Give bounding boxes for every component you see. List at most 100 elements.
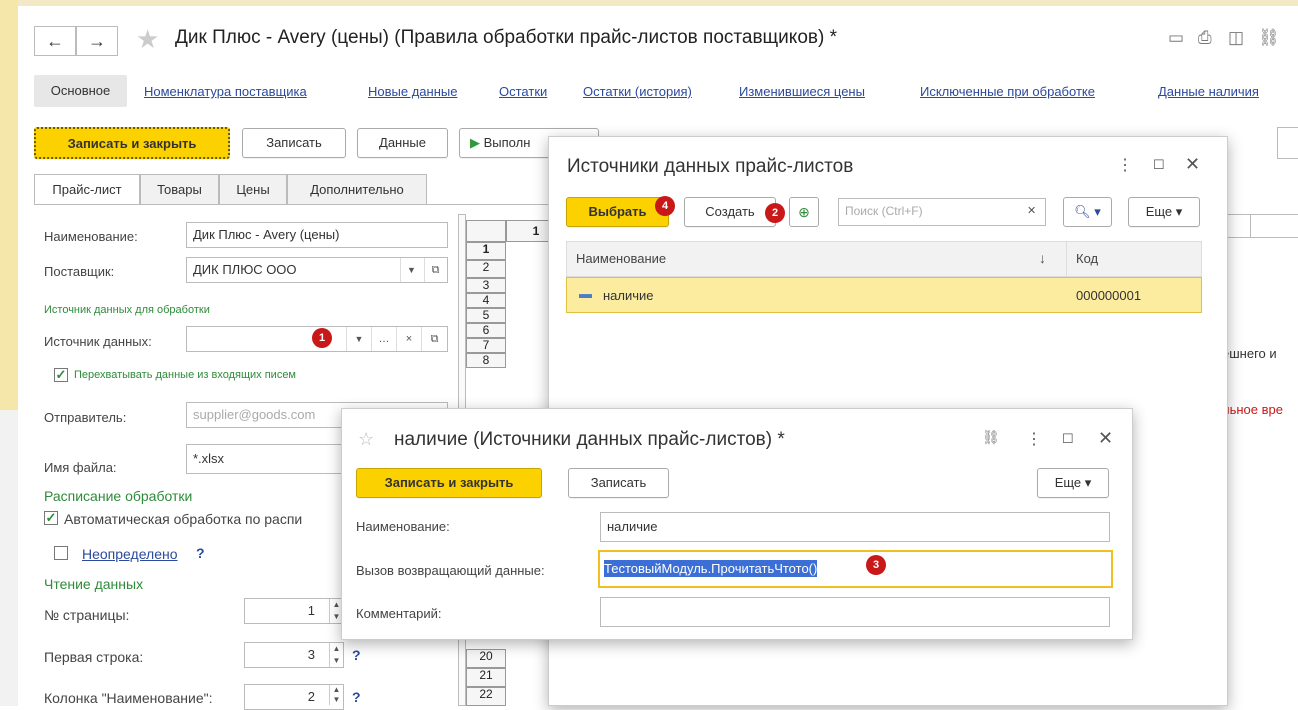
item-dialog: ☆ наличие (Источники данных прайс-листов… — [341, 408, 1133, 640]
first-row-help-icon[interactable]: ? — [352, 647, 361, 663]
supplier-value: ДИК ПЛЮС ООО — [193, 262, 297, 277]
item-name-field[interactable]: наличие — [600, 512, 1110, 542]
sources-maximize-icon[interactable]: ☐ — [1153, 157, 1165, 173]
right-button-peek[interactable] — [1277, 127, 1298, 159]
nav-supplier-nomenclature[interactable]: Номенклатура поставщика — [144, 84, 307, 99]
grid-row-number: 1 — [466, 242, 506, 260]
step-badge-1: 1 — [312, 328, 332, 348]
grid-row-headers-bottom: 20 21 22 — [466, 649, 506, 706]
create-button[interactable]: Создать — [684, 197, 776, 227]
item-call-field[interactable]: ТестовыйМодуль.ПрочитатьЧтото() — [598, 550, 1113, 588]
forward-button[interactable]: → — [76, 26, 118, 56]
nav-excluded[interactable]: Исключенные при обработке — [920, 84, 1095, 99]
tabs-divider — [34, 204, 564, 205]
grid-row-number: 7 — [466, 338, 506, 353]
back-arrow-icon: ← — [46, 31, 64, 51]
save-disk-icon[interactable]: ▭ — [1168, 28, 1184, 48]
nav-changed-prices[interactable]: Изменившиеся цены — [739, 84, 865, 99]
item-comment-label: Комментарий: — [356, 606, 442, 621]
step-badge-4: 4 — [655, 196, 675, 216]
print-icon[interactable]: ⎙ — [1198, 28, 1212, 48]
sources-menu-icon[interactable]: ⋮ — [1117, 155, 1133, 175]
tab-goods[interactable]: Товары — [140, 174, 219, 205]
grid-row-number: 8 — [466, 353, 506, 368]
name-field[interactable]: Дик Плюс - Avery (цены) — [186, 222, 448, 248]
grid-row-number: 2 — [466, 260, 506, 278]
auto-label: Автоматическая обработка по распи — [64, 511, 303, 527]
source-open-icon[interactable]: ⧉ — [421, 327, 447, 351]
source-clear-icon[interactable]: × — [396, 327, 421, 351]
supplier-open-icon[interactable]: ⧉ — [424, 258, 446, 282]
item-favorite-star-icon[interactable]: ☆ — [358, 429, 374, 450]
tab-price-list[interactable]: Прайс-лист — [34, 174, 140, 205]
undefined-help-icon[interactable]: ? — [196, 545, 205, 561]
source-dropdown-icon[interactable]: ▼ — [346, 327, 371, 351]
read-group-title: Чтение данных — [44, 576, 144, 592]
sources-more-button[interactable]: Еще ▾ — [1128, 197, 1200, 227]
tab-additional[interactable]: Дополнительно — [287, 174, 427, 205]
undefined-checkbox[interactable]: ✓ — [54, 546, 68, 560]
forward-arrow-icon: → — [88, 31, 106, 51]
page-label: № страницы: — [44, 607, 130, 623]
search-options-icon[interactable]: 🔍︎ ▾ — [1063, 197, 1112, 227]
source-select-icon[interactable]: … — [371, 327, 396, 351]
col-code-header[interactable]: Код — [1076, 251, 1098, 266]
play-icon: ▶ — [470, 135, 480, 150]
col-name-header[interactable]: Наименование — [576, 251, 666, 266]
grid-row-number: 6 — [466, 323, 506, 338]
right-peek-text: ешнего и — [1222, 346, 1277, 361]
right-peek-red-text: льное вре — [1222, 402, 1283, 417]
source-label: Источник данных: — [44, 334, 152, 349]
nav-availability-data[interactable]: Данные наличия — [1158, 84, 1259, 99]
save-button[interactable]: Записать — [242, 128, 346, 158]
data-button[interactable]: Данные — [357, 128, 448, 158]
nav-remains-history[interactable]: Остатки (история) — [583, 84, 692, 99]
preview-icon[interactable]: ◫ — [1228, 28, 1244, 48]
item-more-button[interactable]: Еще ▾ — [1037, 468, 1109, 498]
item-save-close-button[interactable]: Записать и закрыть — [356, 468, 542, 498]
top-accent-band — [0, 0, 1298, 6]
item-maximize-icon[interactable]: ☐ — [1062, 431, 1074, 447]
item-dialog-title: наличие (Источники данных прайс-листов) … — [394, 429, 785, 450]
nav-new-data[interactable]: Новые данные — [368, 84, 457, 99]
step-badge-3: 3 — [866, 555, 886, 575]
save-close-button[interactable]: Записать и закрыть — [34, 127, 230, 159]
sources-dialog-title: Источники данных прайс-листов — [567, 156, 854, 177]
nav-remains[interactable]: Остатки — [499, 84, 547, 99]
item-close-icon[interactable]: ✕ — [1098, 428, 1113, 449]
item-comment-field[interactable] — [600, 597, 1110, 627]
copy-new-icon[interactable]: ⊕ — [789, 197, 819, 227]
auto-checkbox[interactable]: ✓ — [44, 511, 58, 525]
schedule-group-title: Расписание обработки — [44, 488, 193, 504]
col-name-label: Колонка "Наименование": — [44, 690, 213, 706]
back-button[interactable]: ← — [34, 26, 76, 56]
sort-arrow-icon[interactable]: ↓ — [1039, 250, 1046, 266]
item-save-button[interactable]: Записать — [568, 468, 669, 498]
row-name: наличие — [603, 288, 654, 303]
grid-row-number: 4 — [466, 293, 506, 308]
grid-row-number: 22 — [466, 687, 506, 706]
undefined-link[interactable]: Неопределено — [82, 546, 178, 562]
sources-close-icon[interactable]: ✕ — [1185, 154, 1200, 175]
intercept-checkbox[interactable]: ✓ — [54, 368, 68, 382]
item-link-icon[interactable]: ⛓ — [982, 429, 1000, 446]
step-badge-2: 2 — [765, 203, 785, 223]
favorite-star-icon[interactable]: ★ — [136, 24, 159, 54]
item-name-label: Наименование: — [356, 519, 450, 534]
select-button[interactable]: Выбрать — [566, 197, 669, 227]
col-name-help-icon[interactable]: ? — [352, 689, 361, 705]
first-row-stepper-icon[interactable]: ▲ ▼ — [329, 643, 343, 667]
col-name-stepper-icon[interactable]: ▲ ▼ — [329, 685, 343, 705]
sources-search-input[interactable]: Поиск (Ctrl+F) — [838, 198, 1046, 226]
item-call-value: ТестовыйМодуль.ПрочитатьЧтото() — [604, 560, 818, 577]
source-group-title: Источник данных для обработки — [44, 304, 210, 316]
first-row-label: Первая строка: — [44, 649, 144, 665]
item-menu-icon[interactable]: ⋮ — [1026, 429, 1042, 449]
tab-prices[interactable]: Цены — [219, 174, 287, 205]
right-grid-divider — [1250, 214, 1251, 238]
search-clear-icon[interactable]: ✕ — [1027, 204, 1036, 217]
supplier-dropdown-icon[interactable]: ▼ — [400, 258, 422, 282]
nav-main[interactable]: Основное — [34, 75, 127, 107]
sender-label: Отправитель: — [44, 410, 127, 425]
link-icon[interactable]: ⛓ — [1258, 28, 1280, 48]
